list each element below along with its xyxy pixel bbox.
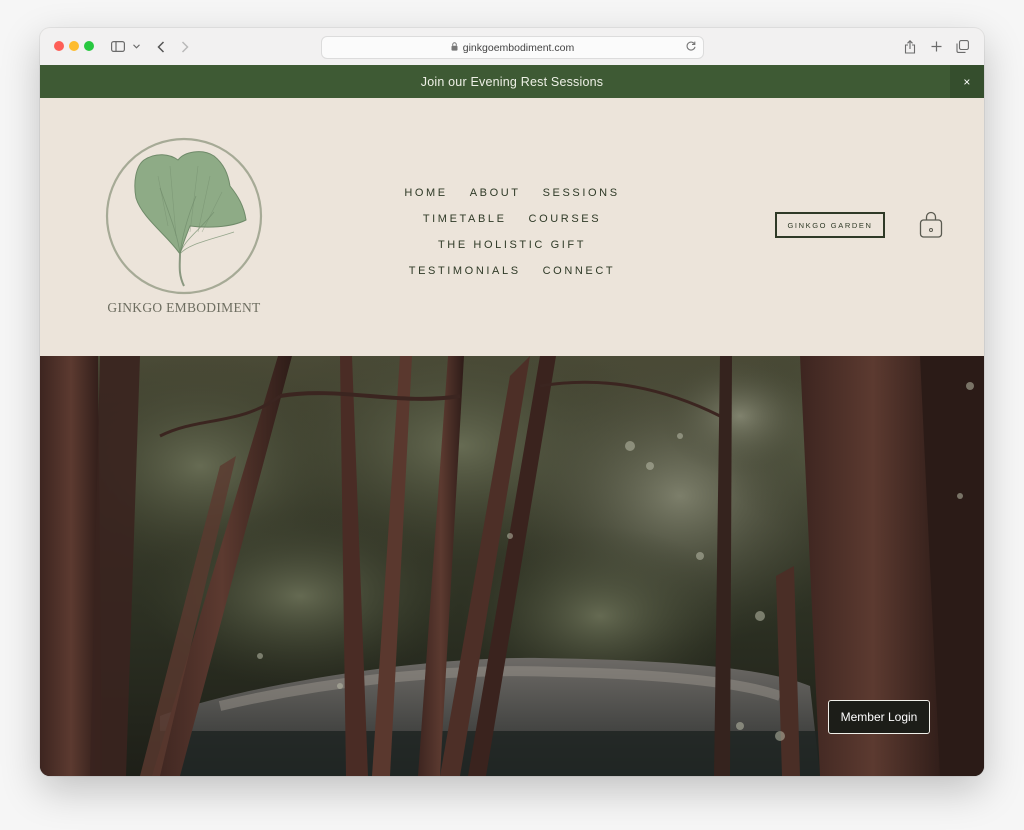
nav-row: TESTIMONIALS CONNECT [370, 258, 654, 284]
ginkgo-garden-button[interactable]: GINKGO GARDEN [775, 212, 885, 238]
nav-row: HOME ABOUT SESSIONS [370, 180, 654, 206]
shopping-bag-icon [919, 211, 943, 238]
minimize-window-icon[interactable] [69, 41, 79, 51]
nav-link-about[interactable]: ABOUT [470, 187, 521, 199]
nav-link-testimonials[interactable]: TESTIMONIALS [409, 265, 521, 277]
chevron-down-icon[interactable] [131, 28, 141, 65]
cart-button[interactable] [918, 210, 944, 240]
nav-link-courses[interactable]: COURSES [529, 213, 602, 225]
nav-link-connect[interactable]: CONNECT [543, 265, 616, 277]
address-bar[interactable]: ginkgoembodiment.com [321, 36, 704, 59]
share-icon[interactable] [902, 28, 918, 65]
browser-toolbar: ginkgoembodiment.com [40, 28, 984, 66]
site-header: GINKGO EMBODIMENT HOME ABOUT SESSIONS TI… [40, 98, 984, 356]
nav-link-holistic-gift[interactable]: THE HOLISTIC GIFT [438, 239, 586, 251]
member-login-button[interactable]: Member Login [828, 700, 930, 734]
reload-icon[interactable] [685, 40, 697, 55]
announcement-bar: Join our Evening Rest Sessions × [40, 65, 984, 98]
nav-row: TIMETABLE COURSES [370, 206, 654, 232]
nav-link-home[interactable]: HOME [404, 187, 447, 199]
sidebar-toggle-icon[interactable] [109, 28, 127, 65]
lock-icon [451, 41, 458, 54]
main-navigation: HOME ABOUT SESSIONS TIMETABLE COURSES TH… [370, 180, 654, 284]
nav-row: THE HOLISTIC GIFT [370, 232, 654, 258]
close-announcement-button[interactable]: × [950, 65, 984, 98]
brand-name: GINKGO EMBODIMENT [107, 300, 261, 315]
browser-window: ginkgoembodiment.com Join our Evening Re… [40, 28, 984, 776]
site-logo[interactable]: GINKGO EMBODIMENT [98, 136, 270, 320]
nav-link-timetable[interactable]: TIMETABLE [423, 213, 507, 225]
nav-link-sessions[interactable]: SESSIONS [543, 187, 620, 199]
url-text: ginkgoembodiment.com [462, 41, 575, 54]
ginkgo-leaf-logo-icon [105, 137, 263, 295]
forward-icon[interactable] [178, 28, 192, 65]
tabs-overview-icon[interactable] [954, 28, 970, 65]
zoom-window-icon[interactable] [84, 41, 94, 51]
new-tab-icon[interactable] [928, 28, 944, 65]
close-window-icon[interactable] [54, 41, 64, 51]
back-icon[interactable] [154, 28, 168, 65]
announcement-text[interactable]: Join our Evening Rest Sessions [421, 75, 603, 89]
